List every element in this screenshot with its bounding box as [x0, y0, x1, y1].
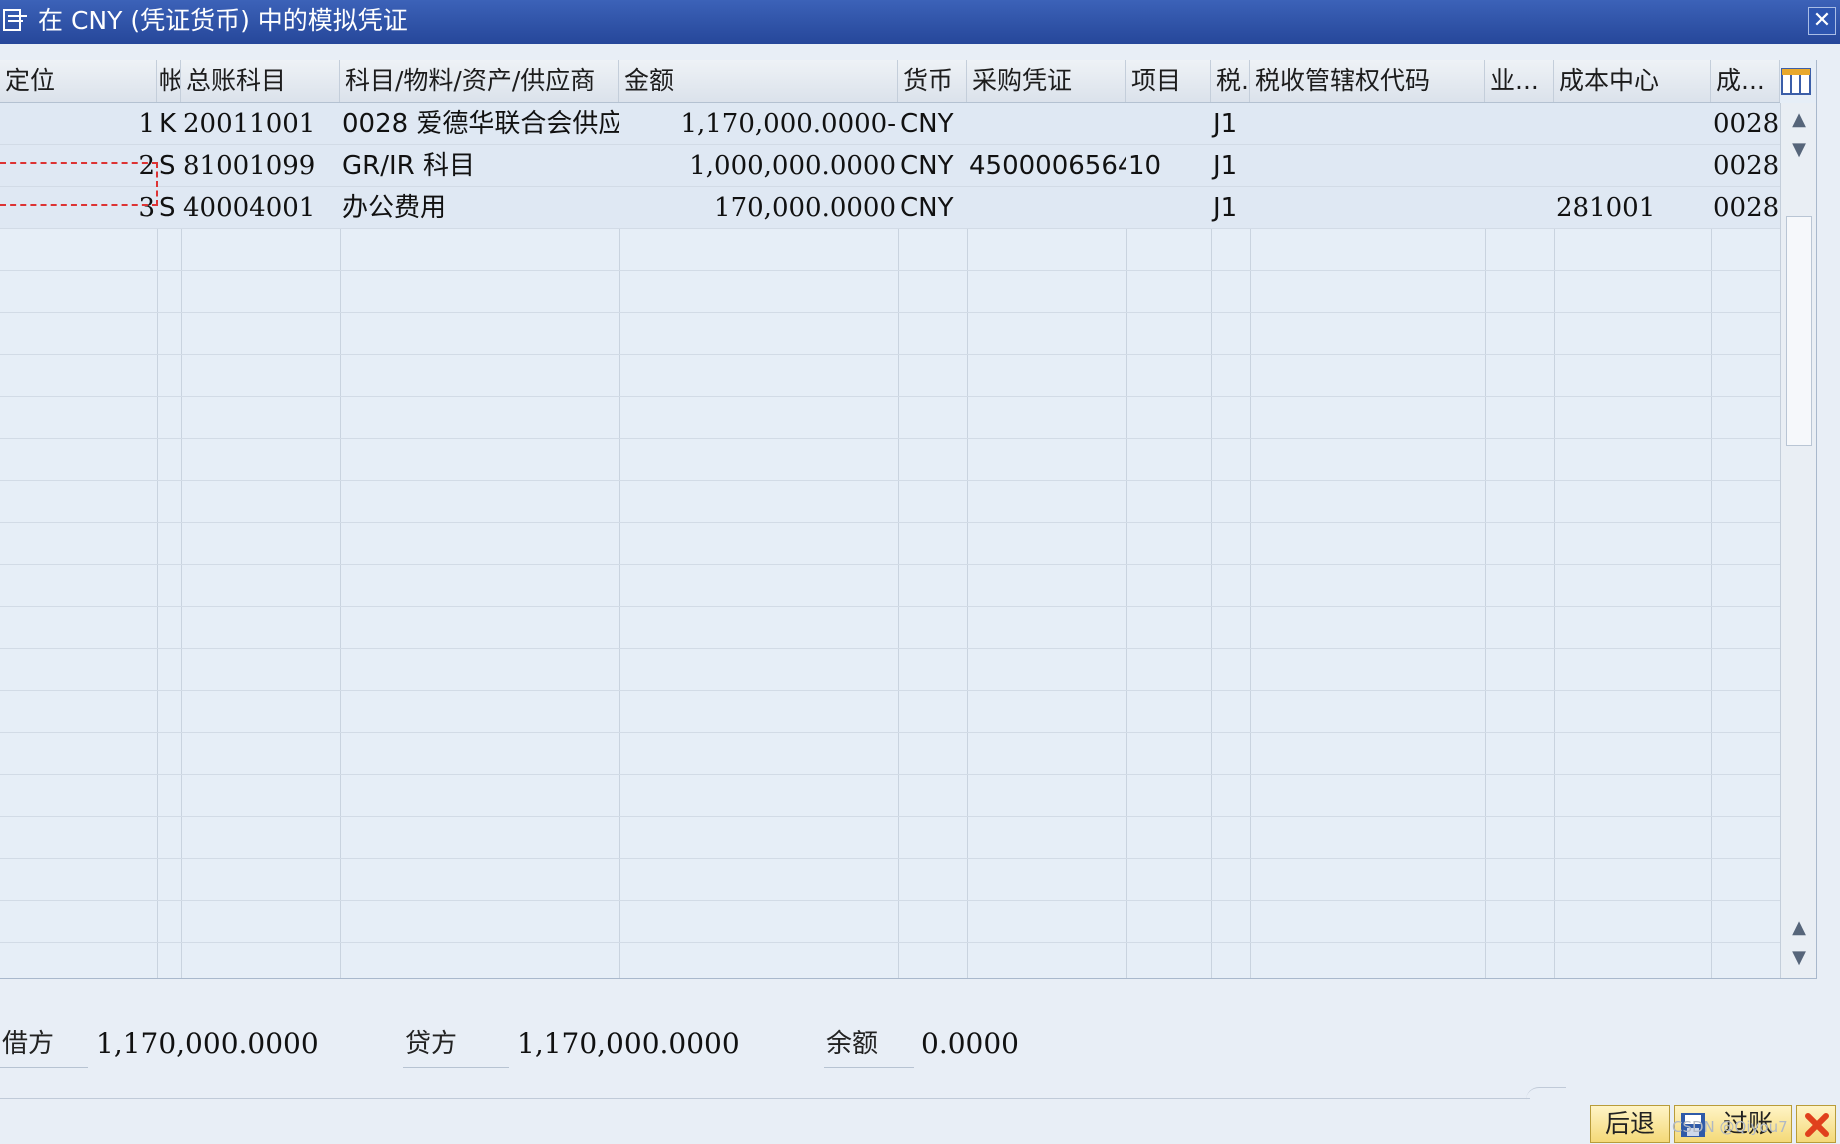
empty-table-row[interactable] — [0, 313, 1780, 355]
cell-amount[interactable]: 170,000.0000 — [619, 187, 898, 228]
credit-value: 1,170,000.0000 — [517, 1027, 740, 1060]
cell-business-area[interactable] — [1485, 145, 1554, 186]
empty-table-row[interactable] — [0, 859, 1780, 901]
cell-cost-center[interactable] — [1554, 145, 1711, 186]
column-header-currency[interactable]: 货币 — [898, 60, 967, 102]
column-header-purchase-order[interactable]: 采购凭证 — [967, 60, 1126, 102]
close-icon: ✕ — [1812, 8, 1832, 33]
balance-value: 0.0000 — [921, 1027, 1019, 1060]
window-title: 在 CNY (凭证货币) 中的模拟凭证 — [38, 6, 408, 35]
cell-business-area[interactable] — [1485, 187, 1554, 228]
grid-header: 定位 帐 总账科目 科目/物料/资产/供应商 金额 货币 采购凭证 项目 税. … — [0, 60, 1780, 103]
cell-item[interactable]: 10 — [1126, 145, 1211, 186]
cell-item[interactable] — [1126, 103, 1211, 144]
cell-purchase-order[interactable] — [967, 187, 1126, 228]
cell-purchase-order[interactable]: 4500006564 — [967, 145, 1126, 186]
balance-label: 余额 — [824, 1020, 914, 1068]
cell-currency[interactable]: CNY — [898, 103, 967, 144]
empty-table-row[interactable] — [0, 901, 1780, 943]
watermark: CSDN @Qiyou7 — [1672, 1118, 1788, 1136]
empty-table-row[interactable] — [0, 229, 1780, 271]
empty-table-row[interactable] — [0, 439, 1780, 481]
focused-cell-indicator — [0, 162, 158, 206]
empty-table-row[interactable] — [0, 523, 1780, 565]
scroll-page-up-icon[interactable]: ▲ — [1785, 107, 1813, 133]
document-list-icon — [3, 9, 27, 31]
back-button-label: 后退 — [1604, 1109, 1655, 1138]
scroll-page-down-icon[interactable]: ▼ — [1785, 945, 1813, 971]
cell-currency[interactable]: CNY — [898, 145, 967, 186]
grid-rows: 1 K 20011001 0028 爱德华联合会供应... 1,170,000.… — [0, 103, 1780, 978]
empty-table-row[interactable] — [0, 733, 1780, 775]
cell-gl-account[interactable]: 20011001 — [181, 103, 340, 144]
cell-company-code[interactable]: 0028 — [1711, 103, 1780, 144]
cell-position[interactable]: 1 — [0, 103, 157, 144]
debit-value: 1,170,000.0000 — [96, 1027, 319, 1060]
cell-company-code[interactable]: 0028 — [1711, 187, 1780, 228]
table-row[interactable]: 3 S 40004001 办公费用 170,000.0000 CNY J1 28… — [0, 187, 1780, 229]
scroll-line-up-icon[interactable]: ▲ — [1785, 915, 1813, 941]
vertical-scrollbar[interactable]: ▲ ▼ ▲ ▼ — [1780, 103, 1816, 978]
close-window-button[interactable]: ✕ — [1808, 7, 1836, 35]
scroll-line-down-icon[interactable]: ▼ — [1785, 137, 1813, 163]
cell-posting-key[interactable]: S — [157, 145, 181, 186]
cell-account[interactable]: 0028 爱德华联合会供应... — [340, 103, 619, 144]
empty-table-row[interactable] — [0, 775, 1780, 817]
cell-posting-key[interactable]: S — [157, 187, 181, 228]
table-row[interactable]: 2 S 81001099 GR/IR 科目 1,000,000.0000 CNY… — [0, 145, 1780, 187]
back-button[interactable]: 后退 — [1590, 1105, 1670, 1143]
cell-cost-center[interactable] — [1554, 103, 1711, 144]
column-header-amount[interactable]: 金额 — [619, 60, 898, 102]
cancel-icon — [1805, 1113, 1829, 1137]
empty-table-row[interactable] — [0, 817, 1780, 859]
empty-table-row[interactable] — [0, 397, 1780, 439]
debit-label: 借方 — [0, 1020, 88, 1068]
cell-business-area[interactable] — [1485, 103, 1554, 144]
empty-table-row[interactable] — [0, 691, 1780, 733]
cell-gl-account[interactable]: 81001099 — [181, 145, 340, 186]
column-header-account-material-asset-vendor[interactable]: 科目/物料/资产/供应商 — [340, 60, 619, 102]
cell-tax-code[interactable]: J1 — [1211, 187, 1250, 228]
window-titlebar: 在 CNY (凭证货币) 中的模拟凭证 ✕ — [0, 0, 1840, 44]
document-line-items-grid: 定位 帐 总账科目 科目/物料/资产/供应商 金额 货币 采购凭证 项目 税. … — [0, 60, 1817, 979]
column-header-tax-jurisdiction[interactable]: 税收管辖权代码 — [1250, 60, 1485, 102]
cell-cost-center[interactable]: 281001 — [1554, 187, 1711, 228]
cell-company-code[interactable]: 0028 — [1711, 145, 1780, 186]
cell-gl-account[interactable]: 40004001 — [181, 187, 340, 228]
empty-table-row[interactable] — [0, 481, 1780, 523]
column-header-item[interactable]: 项目 — [1126, 60, 1211, 102]
cell-account[interactable]: GR/IR 科目 — [340, 145, 619, 186]
column-header-gl-account[interactable]: 总账科目 — [181, 60, 340, 102]
cell-tax-jurisdiction[interactable] — [1250, 145, 1485, 186]
empty-table-row[interactable] — [0, 271, 1780, 313]
cell-tax-code[interactable]: J1 — [1211, 145, 1250, 186]
cell-item[interactable] — [1126, 187, 1211, 228]
empty-table-row[interactable] — [0, 565, 1780, 607]
empty-table-row[interactable] — [0, 607, 1780, 649]
column-header-position[interactable]: 定位 — [0, 60, 157, 102]
cell-tax-jurisdiction[interactable] — [1250, 187, 1485, 228]
empty-table-row[interactable] — [0, 355, 1780, 397]
table-row[interactable]: 1 K 20011001 0028 爱德华联合会供应... 1,170,000.… — [0, 103, 1780, 145]
totals-bar: 借方 1,170,000.0000 贷方 1,170,000.0000 余额 0… — [0, 1020, 1200, 1068]
column-header-business-area[interactable]: 业... — [1485, 60, 1554, 102]
column-header-cost-center[interactable]: 成本中心 — [1554, 60, 1711, 102]
cancel-button[interactable] — [1796, 1105, 1836, 1143]
credit-label: 贷方 — [403, 1020, 509, 1068]
vertical-scroll-thumb[interactable] — [1786, 216, 1812, 446]
cell-purchase-order[interactable] — [967, 103, 1126, 144]
cell-tax-jurisdiction[interactable] — [1250, 103, 1485, 144]
empty-table-row[interactable] — [0, 649, 1780, 691]
cell-posting-key[interactable]: K — [157, 103, 181, 144]
cell-currency[interactable]: CNY — [898, 187, 967, 228]
column-header-company-code[interactable]: 成... — [1711, 60, 1780, 102]
cell-amount[interactable]: 1,000,000.0000 — [619, 145, 898, 186]
column-header-tax-code[interactable]: 税. — [1211, 60, 1250, 102]
cell-amount[interactable]: 1,170,000.0000- — [619, 103, 898, 144]
column-header-posting-key[interactable]: 帐 — [157, 60, 181, 102]
change-layout-icon[interactable] — [1780, 65, 1812, 97]
cell-tax-code[interactable]: J1 — [1211, 103, 1250, 144]
cell-account[interactable]: 办公费用 — [340, 187, 619, 228]
